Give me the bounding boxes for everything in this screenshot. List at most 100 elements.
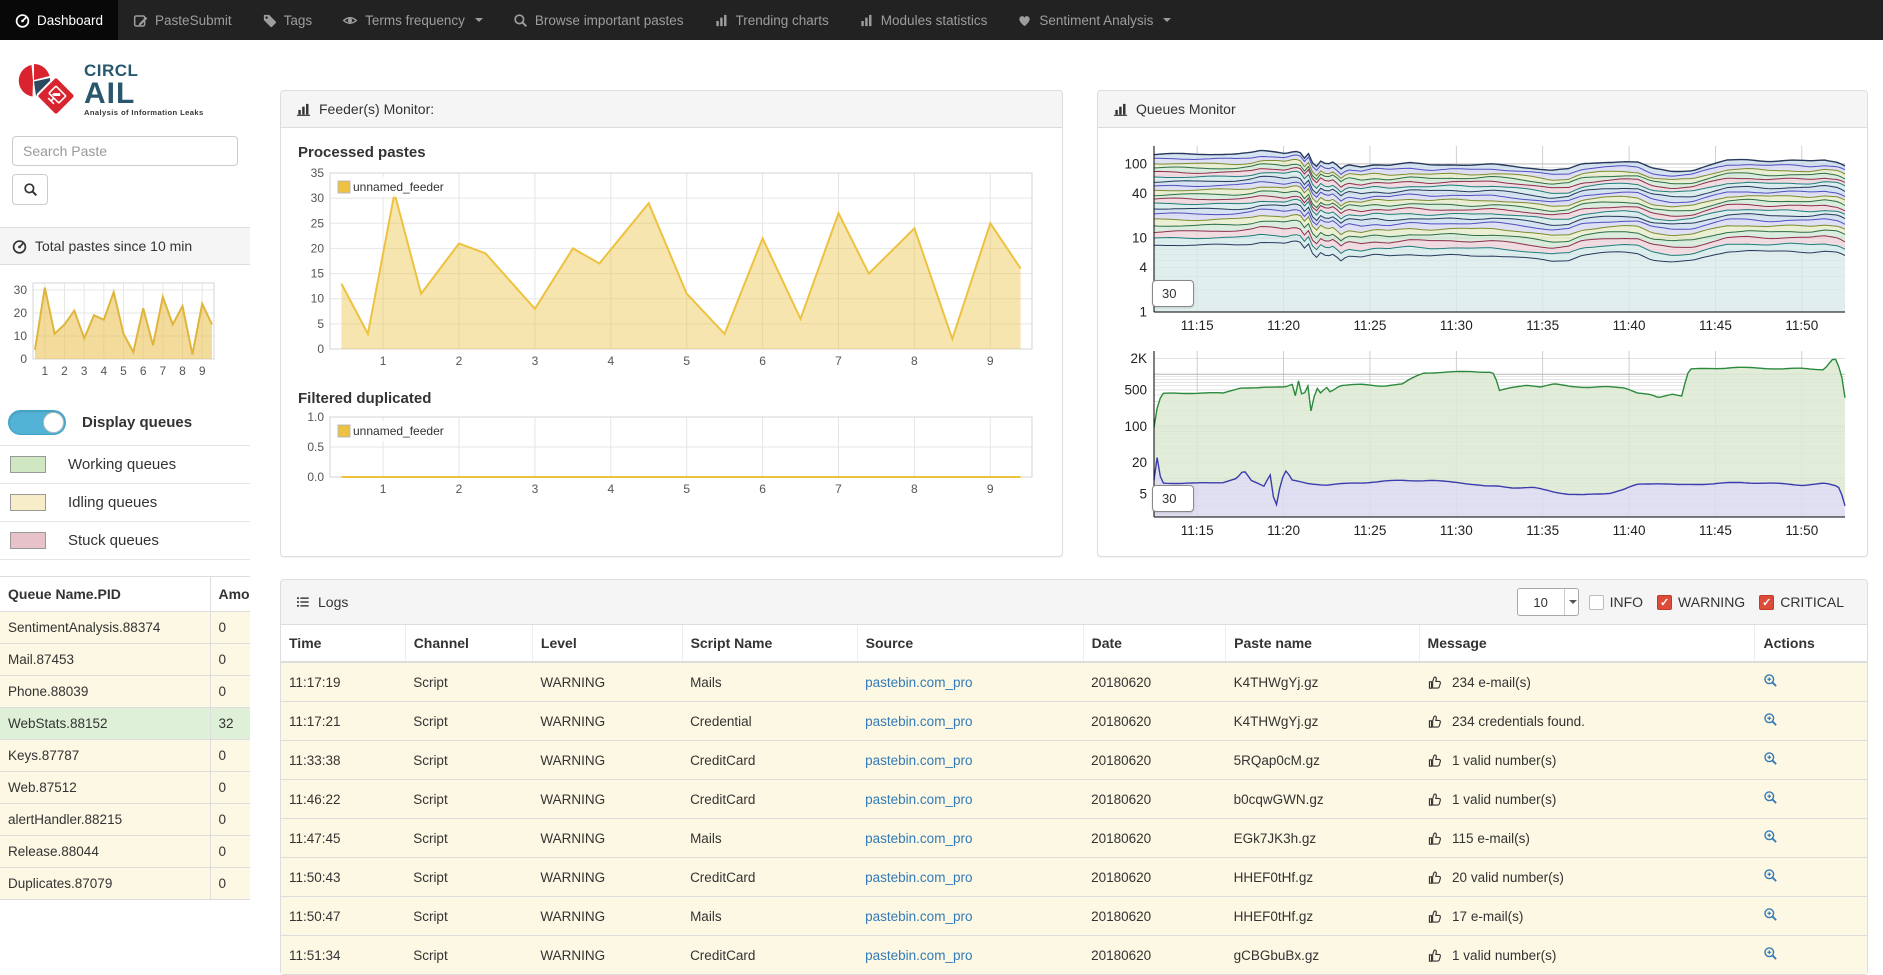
- queue-row: WebStats.8815232: [0, 708, 250, 740]
- logs-col-channel: Channel: [405, 625, 532, 662]
- view-paste-button[interactable]: [1763, 712, 1778, 727]
- log-source-link[interactable]: pastebin.com_pro: [865, 792, 972, 807]
- log-message: 234 credentials found.: [1452, 714, 1585, 729]
- logs-page-size-select[interactable]: 10: [1517, 588, 1579, 616]
- log-time: 11:46:22: [281, 780, 405, 819]
- chart-range-spinner[interactable]: 30: [1152, 280, 1194, 307]
- chart-svg: 2K50010020511:1511:2011:2511:3011:3511:4…: [1110, 343, 1855, 543]
- circl-ail-logo: CIRCL AIL Analysis of Information Leaks: [14, 58, 242, 120]
- log-source-link[interactable]: pastebin.com_pro: [865, 870, 972, 885]
- svg-text:7: 7: [160, 364, 167, 378]
- legend-swatch: [10, 456, 46, 473]
- log-source-link[interactable]: pastebin.com_pro: [865, 675, 972, 690]
- log-level: WARNING: [532, 662, 682, 702]
- nav-tags[interactable]: Tags: [247, 0, 328, 40]
- display-queues-label: Display queues: [82, 414, 192, 431]
- svg-text:1.0: 1.0: [307, 410, 324, 424]
- legend-swatch: [10, 532, 46, 549]
- view-paste-button[interactable]: [1763, 946, 1778, 961]
- log-source-link[interactable]: pastebin.com_pro: [865, 714, 972, 729]
- svg-text:11:30: 11:30: [1440, 318, 1473, 333]
- log-message: 1 valid number(s): [1452, 753, 1556, 768]
- chart-range-spinner[interactable]: 30: [1152, 485, 1194, 512]
- nav-modules-statistics[interactable]: Modules statistics: [844, 0, 1003, 40]
- log-source-link[interactable]: pastebin.com_pro: [865, 909, 972, 924]
- log-source-link[interactable]: pastebin.com_pro: [865, 831, 972, 846]
- view-paste-button[interactable]: [1763, 673, 1778, 688]
- svg-text:1: 1: [380, 482, 387, 496]
- log-script: CreditCard: [682, 936, 857, 975]
- view-paste-button[interactable]: [1763, 790, 1778, 805]
- thumbs-up-icon: [1427, 948, 1442, 963]
- legend-label: Idling queues: [68, 494, 157, 511]
- log-time: 11:50:47: [281, 897, 405, 936]
- logs-panel: Logs 10 INFO✓WARNING✓CRITICAL TimeChanne…: [280, 579, 1868, 975]
- search-paste-input[interactable]: [12, 136, 238, 166]
- display-queues-toggle[interactable]: [8, 410, 66, 435]
- filtered-duplicated-chart[interactable]: 0.00.51.0123456789unnamed_feeder: [296, 409, 1047, 510]
- nav-label: Modules statistics: [881, 13, 988, 28]
- svg-text:3: 3: [532, 354, 539, 368]
- queues-amount-chart[interactable]: 10040104111:1511:2011:2511:3011:3511:401…: [1110, 138, 1855, 343]
- svg-text:10: 10: [14, 329, 28, 343]
- thumbs-up-icon: [1427, 792, 1442, 807]
- svg-text:11:40: 11:40: [1613, 318, 1646, 333]
- logs-col-time: Time: [281, 625, 405, 662]
- svg-text:20: 20: [311, 241, 325, 255]
- queues-processed-chart[interactable]: 2K50010020511:1511:2011:2511:3011:3511:4…: [1110, 343, 1855, 548]
- filter-checkbox-info[interactable]: [1589, 595, 1604, 610]
- filter-checkbox-critical[interactable]: ✓: [1759, 595, 1774, 610]
- caret-down-icon: [1163, 18, 1171, 22]
- log-channel: Script: [405, 741, 532, 780]
- nav-sentiment-analysis[interactable]: Sentiment Analysis: [1002, 0, 1186, 40]
- legend-swatch: [10, 494, 46, 511]
- feeder-panel-title: Feeder(s) Monitor:: [319, 101, 434, 117]
- bar-chart-icon: [296, 102, 311, 117]
- logs-col-message: Message: [1419, 625, 1755, 662]
- log-channel: Script: [405, 897, 532, 936]
- queue-name: WebStats.88152: [0, 708, 210, 740]
- filter-label-info: INFO: [1610, 594, 1643, 610]
- svg-text:30: 30: [311, 191, 325, 205]
- processed-pastes-chart[interactable]: 05101520253035123456789unnamed_feeder: [296, 163, 1047, 382]
- log-row: 11:47:45ScriptWARNINGMailspastebin.com_p…: [281, 819, 1867, 858]
- log-paste-name: HHEF0tHf.gz: [1226, 858, 1419, 897]
- log-script: Credential: [682, 702, 857, 741]
- log-channel: Script: [405, 702, 532, 741]
- log-channel: Script: [405, 780, 532, 819]
- log-channel: Script: [405, 662, 532, 702]
- queue-row: Release.880440: [0, 836, 250, 868]
- queue-name: alertHandler.88215: [0, 804, 210, 836]
- nav-pastesubmit[interactable]: PasteSubmit: [118, 0, 247, 40]
- total-pastes-heading: Total pastes since 10 min: [0, 227, 250, 265]
- log-source-link[interactable]: pastebin.com_pro: [865, 753, 972, 768]
- logs-col-paste-name: Paste name: [1226, 625, 1419, 662]
- svg-text:11:35: 11:35: [1526, 318, 1559, 333]
- log-level: WARNING: [532, 897, 682, 936]
- logs-col-actions: Actions: [1755, 625, 1867, 662]
- top-navbar: DashboardPasteSubmitTagsTerms frequency B…: [0, 0, 1883, 40]
- nav-label: Browse important pastes: [535, 13, 684, 28]
- thumbs-up-icon: [1427, 870, 1442, 885]
- filter-checkbox-warning[interactable]: ✓: [1657, 595, 1672, 610]
- view-paste-button[interactable]: [1763, 907, 1778, 922]
- queue-name: Keys.87787: [0, 740, 210, 772]
- queue-amount: 0: [210, 676, 250, 708]
- svg-text:11:15: 11:15: [1181, 318, 1214, 333]
- log-source-link[interactable]: pastebin.com_pro: [865, 948, 972, 963]
- svg-text:35: 35: [311, 166, 325, 180]
- log-row: 11:33:38ScriptWARNINGCreditCardpastebin.…: [281, 741, 1867, 780]
- queue-amount: 0: [210, 612, 250, 644]
- queue-amount: 0: [210, 772, 250, 804]
- eye-icon: [342, 13, 358, 28]
- view-paste-button[interactable]: [1763, 751, 1778, 766]
- nav-dashboard[interactable]: Dashboard: [0, 0, 118, 40]
- search-button[interactable]: [12, 174, 48, 205]
- nav-terms-frequency[interactable]: Terms frequency: [327, 0, 498, 40]
- log-paste-name: b0cqwGWN.gz: [1226, 780, 1419, 819]
- view-paste-button[interactable]: [1763, 829, 1778, 844]
- nav-browse-important-pastes[interactable]: Browse important pastes: [498, 0, 699, 40]
- nav-trending-charts[interactable]: Trending charts: [699, 0, 844, 40]
- chart-svg: 10040104111:1511:2011:2511:3011:3511:401…: [1110, 138, 1855, 338]
- view-paste-button[interactable]: [1763, 868, 1778, 883]
